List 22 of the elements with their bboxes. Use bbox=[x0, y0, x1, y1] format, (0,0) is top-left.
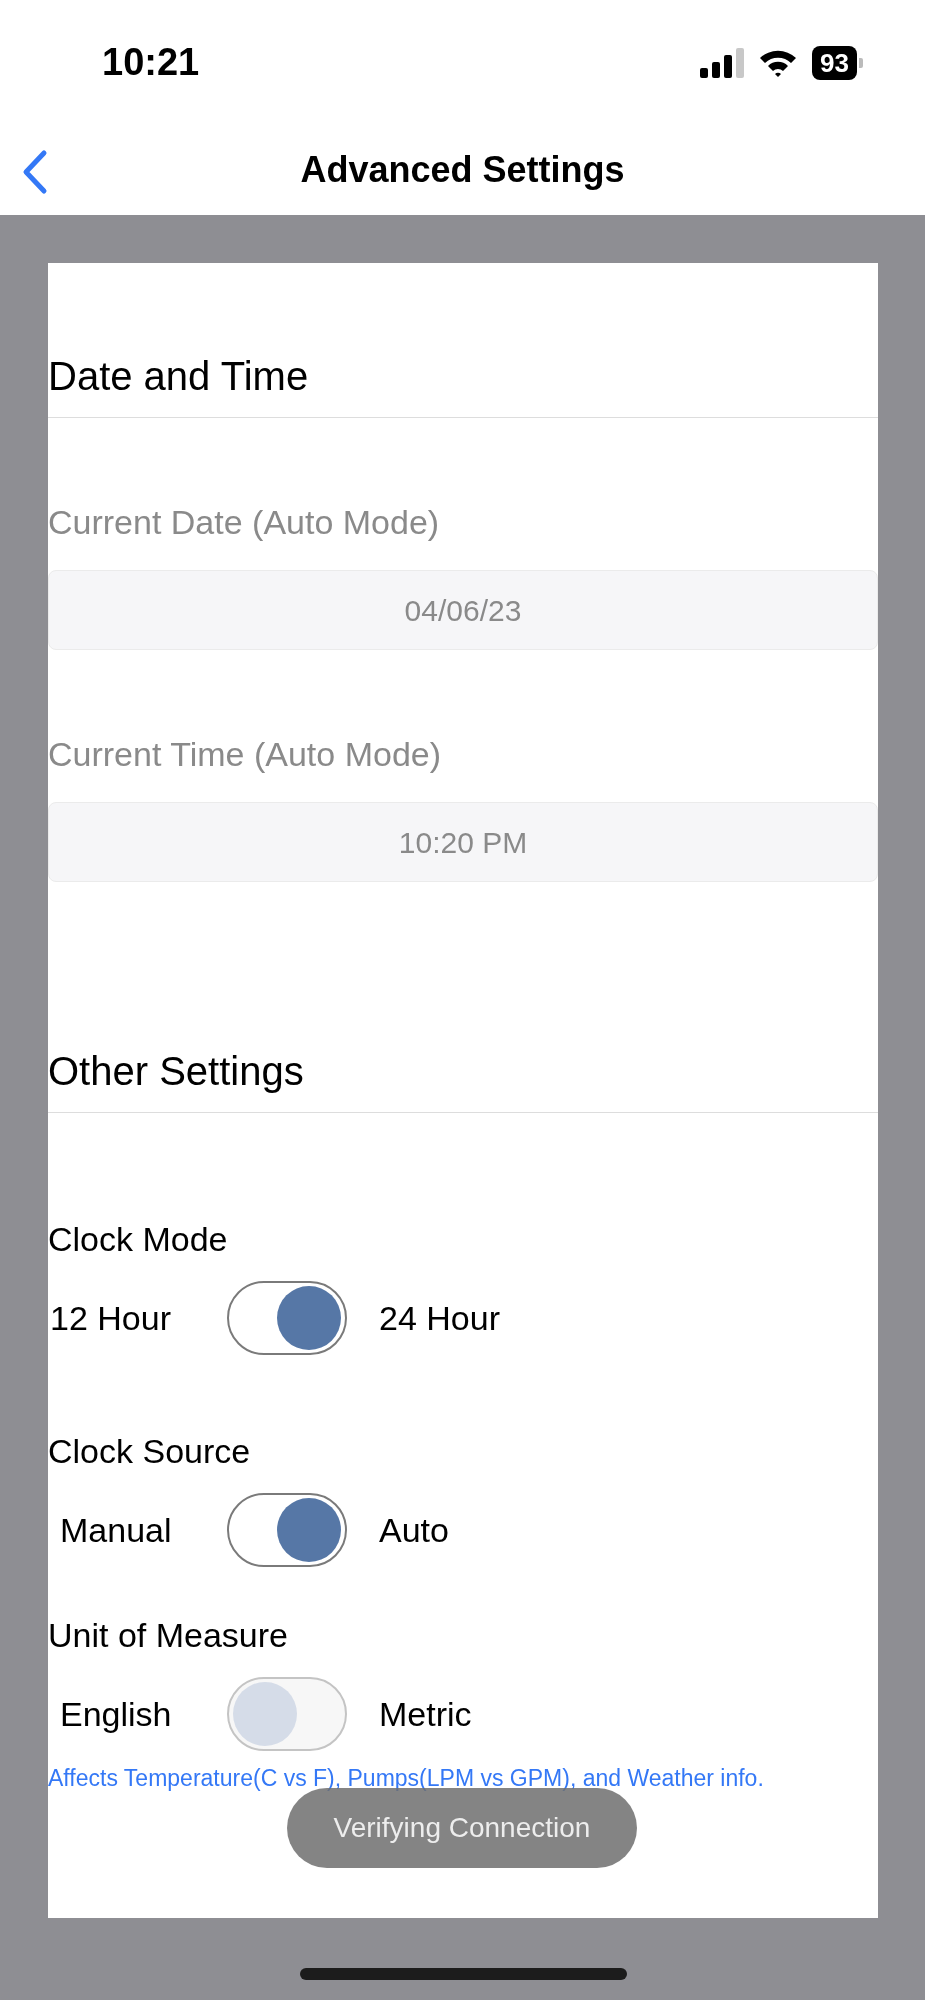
section-heading: Date and Time bbox=[48, 353, 310, 400]
page-title: Advanced Settings bbox=[300, 148, 625, 192]
option-label: Manual bbox=[60, 1509, 173, 1551]
battery-level: 93 bbox=[812, 45, 857, 80]
signal-icon bbox=[700, 47, 745, 78]
option-label: Auto bbox=[379, 1509, 449, 1551]
section-heading: Other Settings bbox=[48, 1048, 305, 1095]
setting-label: Unit of Measure bbox=[48, 1615, 289, 1656]
option-label: 12 Hour bbox=[50, 1297, 172, 1339]
field-label: Current Date (Auto Mode) bbox=[48, 502, 441, 543]
back-icon[interactable] bbox=[22, 149, 48, 195]
option-label: Metric bbox=[379, 1693, 472, 1735]
field-label: Current Time (Auto Mode) bbox=[48, 734, 443, 775]
setting-label: Clock Mode bbox=[48, 1219, 229, 1260]
option-label: 24 Hour bbox=[379, 1297, 500, 1339]
read-only-field[interactable]: 04/06/23 bbox=[48, 570, 878, 650]
setting-label: Clock Source bbox=[48, 1431, 252, 1472]
option-label: English bbox=[60, 1693, 173, 1735]
toast-message: Verifying Connection bbox=[287, 1788, 637, 1868]
battery-cap-icon bbox=[859, 57, 863, 68]
status-time: 10:21 bbox=[102, 40, 200, 85]
read-only-field[interactable]: 10:20 PM bbox=[48, 802, 878, 882]
